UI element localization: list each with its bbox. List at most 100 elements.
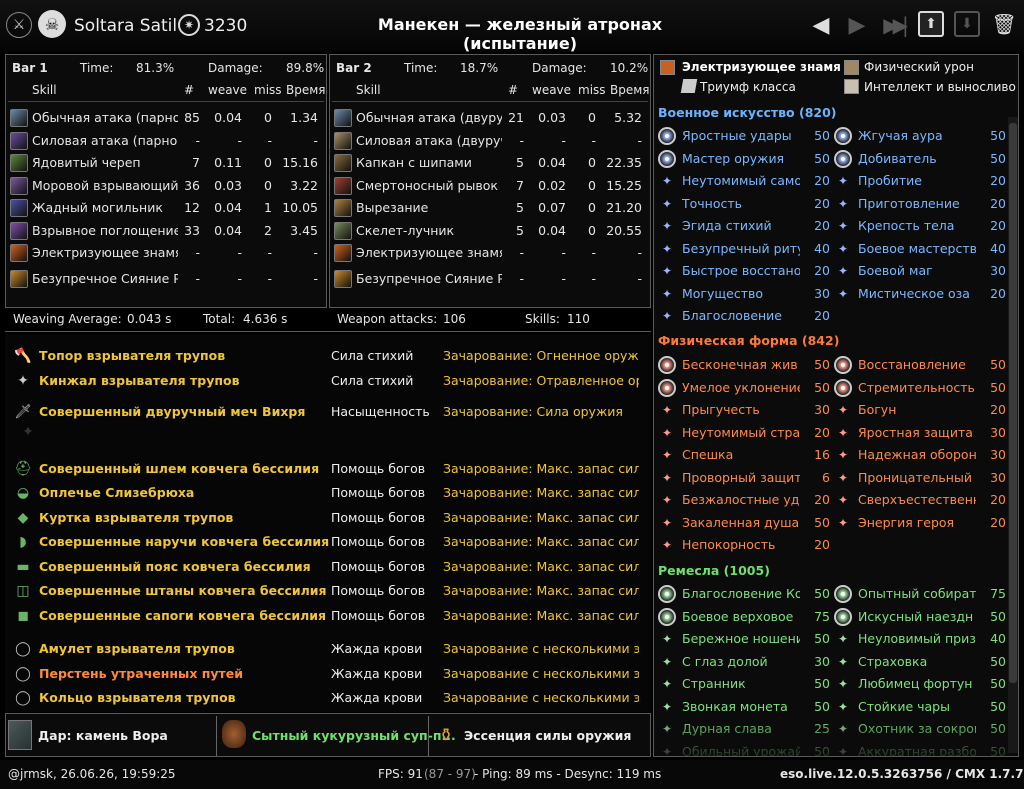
cp-item[interactable]: ✦ Странник 50 [656, 673, 832, 695]
cp-item[interactable]: ✦ Приготовление 20 [832, 193, 1008, 215]
save-icon[interactable]: ⬇ [954, 11, 980, 37]
cp-item[interactable]: Опытный собират 75 [832, 583, 1008, 605]
gear-row[interactable]: ✦ Кинжал взрывателя трупов Сила стихий Зача… [5, 370, 651, 392]
cp-item[interactable]: ✦ Эгида стихий 20 [656, 215, 832, 237]
cp-item[interactable]: Яростные удары 50 [656, 125, 832, 147]
cp-item[interactable]: ✦ Энергия героя 20 [832, 512, 1008, 534]
col-weave: weave [532, 83, 572, 97]
cp-item[interactable]: ✦ Непокорность 20 [656, 534, 832, 556]
cp-item[interactable]: ✦ Закаленная душа 50 [656, 512, 832, 534]
cp-item[interactable]: ✦ Богун 20 [832, 399, 1008, 421]
cp-item[interactable]: ✦ Надежная оборон 30 [832, 444, 1008, 466]
cp-name: Мистическое оза [858, 285, 970, 301]
physical-damage-icon [844, 60, 859, 75]
skill-row[interactable]: Безупречное Сияние Р - - - - [6, 268, 326, 290]
skill-row[interactable]: Вырезание 5 0.07 0 21.20 [330, 197, 650, 219]
cp-item[interactable]: ✦ Крепость тела 20 [832, 215, 1008, 237]
trash-icon[interactable]: 🗑 [991, 10, 1016, 38]
cp-item[interactable]: Бесконечная жив 50 [656, 354, 832, 376]
scrollbar-thumb[interactable] [1009, 123, 1017, 683]
cp-item[interactable]: ✦ Неуловимый приз 40 [832, 628, 1008, 650]
gear-row[interactable]: ◒ Оплечье Слизебрюха Помощь богов Зачарован… [5, 482, 651, 504]
cp-item[interactable]: ✦ Благословение 20 [656, 305, 832, 327]
skill-count: 5 [516, 200, 524, 215]
skill-row[interactable]: Электризующее знамя - - - - [6, 242, 326, 264]
gear-row[interactable]: ◆ Куртка взрывателя трупов Помощь богов Зач… [5, 507, 651, 529]
star-icon: ✦ [661, 493, 673, 507]
cp-item[interactable]: ✦ Спешка 16 [656, 444, 832, 466]
cp-item[interactable]: ✦ Проворный защит 6 [656, 467, 832, 489]
scrollbar[interactable] [1008, 117, 1018, 753]
skill-row[interactable]: Смертоносный рывок 7 0.02 0 15.25 [330, 175, 650, 197]
cp-item[interactable]: Восстановление 50 [832, 354, 1008, 376]
skill-row[interactable]: Ядовитый череп 7 0.11 0 15.16 [6, 152, 326, 174]
gear-icon: ◯ [15, 690, 31, 706]
cp-item[interactable]: Благословение Ко 50 [656, 583, 832, 605]
skill-row[interactable]: Безупречное Сияние Р - - - - [330, 268, 650, 290]
skill-row[interactable]: Взрывное поглощение 33 0.04 2 3.45 [6, 220, 326, 242]
gear-row[interactable]: ◯ Кольцо взрывателя трупов Жажда крови Зача… [5, 687, 651, 709]
gear-row[interactable]: ◯ Перстень утраченных путей Жажда крови Зач… [5, 663, 651, 685]
gear-row[interactable]: 🪓 Топор взрывателя трупов Сила стихий Зачар… [5, 345, 651, 367]
cp-item[interactable]: ✦ Точность 20 [656, 193, 832, 215]
cp-value: 20 [814, 173, 830, 188]
cp-item[interactable]: ✦ Бережное ношени 50 [656, 628, 832, 650]
gear-enchant: Зачарование с несколькими эф [443, 666, 639, 681]
cp-item[interactable]: ✦ Любимец фортун 50 [832, 673, 1008, 695]
cp-value: 20 [814, 263, 830, 278]
cp-item[interactable]: ✦ Страховка 50 [832, 651, 1008, 673]
cp-item[interactable]: ✦ Пробитие 20 [832, 170, 1008, 192]
cp-item[interactable]: ✦ Прыгучесть 30 [656, 399, 832, 421]
gear-row[interactable]: ⛑ Совершенный шлем ковчега бессилия Помощь… [5, 458, 651, 480]
cp-item[interactable]: ✦ Быстрое восстано 20 [656, 260, 832, 282]
mundus-icon [8, 720, 32, 750]
skill-row[interactable]: Обычная атака (парно 85 0.04 0 1.34 [6, 107, 326, 129]
cp-item[interactable]: ✦ Боевой маг 30 [832, 260, 1008, 282]
weapon-attacks-label: Weapon attacks: [337, 312, 438, 326]
cp-item[interactable]: ✦ Неутомимый стра 20 [656, 422, 832, 444]
gear-row[interactable]: ▬ Совершенный пояс ковчега бессилия Помощь… [5, 556, 651, 578]
last-fight-icon[interactable]: ▶▶| [876, 12, 910, 38]
cp-item[interactable]: ✦ Сверхъестественн 20 [832, 489, 1008, 511]
gear-row[interactable]: ◯ Амулет взрывателя трупов Жажда крови Зача… [5, 638, 651, 660]
cp-item[interactable]: Мастер оружия 50 [656, 148, 832, 170]
prev-fight-icon[interactable]: ◀ [808, 12, 834, 38]
cp-name: Неутомимый стра [682, 424, 800, 440]
cp-item[interactable]: ✦ Безупречный риту 40 [656, 238, 832, 260]
skill-row[interactable]: Силовая атака (парное - - - - [6, 130, 326, 152]
gear-icon: ◼ [17, 608, 29, 624]
cp-item[interactable]: Искусный наездн 50 [832, 606, 1008, 628]
skill-row[interactable]: Капкан с шипами 5 0.04 0 22.35 [330, 152, 650, 174]
cp-item[interactable]: ✦ Боевое мастерств 40 [832, 238, 1008, 260]
skill-row[interactable]: Электризующее знамя - - - - [330, 242, 650, 264]
cp-item[interactable]: ✦ С глаз долой 30 [656, 651, 832, 673]
skill-weave: - [561, 270, 566, 286]
next-fight-icon[interactable]: ▶ [844, 12, 870, 38]
skill-row[interactable]: Силовая атака (двуруч - - - - [330, 130, 650, 152]
cp-name: Непокорность [682, 537, 776, 552]
gear-row[interactable]: ◼ Совершенные сапоги ковчега бессилия Помо… [5, 605, 651, 627]
skill-row[interactable]: Скелет-лучник 5 0.04 0 20.55 [330, 220, 650, 242]
cp-item[interactable]: ✦ Могущество 30 [656, 283, 832, 305]
skill-miss: 2 [264, 222, 272, 238]
skill-row[interactable]: Обычная атака (двуру 21 0.03 0 5.32 [330, 107, 650, 129]
slotted-star-icon [658, 607, 676, 626]
cp-item[interactable]: Жгучая аура 50 [832, 125, 1008, 147]
cp-item[interactable]: ✦ Мистическое оза 20 [832, 283, 1008, 305]
cp-item[interactable]: ✦ Неутомимый само 20 [656, 170, 832, 192]
skill-row[interactable]: Моровой взрывающий 36 0.03 0 3.22 [6, 175, 326, 197]
skill-name: Обычная атака (двуру [356, 110, 502, 125]
gear-row[interactable]: 🗡 Совершенный двуручный меч Вихря Насыщенн… [5, 401, 651, 423]
cp-value: 16 [814, 447, 830, 462]
cp-item[interactable]: Боевое верховое 75 [656, 606, 832, 628]
gear-row[interactable]: ◗ Совершенные наручи ковчега бессилия Помо… [5, 531, 651, 553]
cp-item[interactable]: ✦ Безжалостные уд 20 [656, 489, 832, 511]
gear-row[interactable]: ◫ Совершенные штаны ковчега бессилия Помощ… [5, 580, 651, 602]
cp-item[interactable]: ✦ Яростная защита 30 [832, 422, 1008, 444]
skill-row[interactable]: Жадный могильник 12 0.04 1 10.05 [6, 197, 326, 219]
cp-item[interactable]: Стремительность 50 [832, 377, 1008, 399]
cp-item[interactable]: Умелое уклонение 50 [656, 377, 832, 399]
cp-item[interactable]: Добиватель 50 [832, 148, 1008, 170]
cp-item[interactable]: ✦ Проницательный 30 [832, 467, 1008, 489]
upload-icon[interactable]: ⬆ [918, 11, 944, 37]
